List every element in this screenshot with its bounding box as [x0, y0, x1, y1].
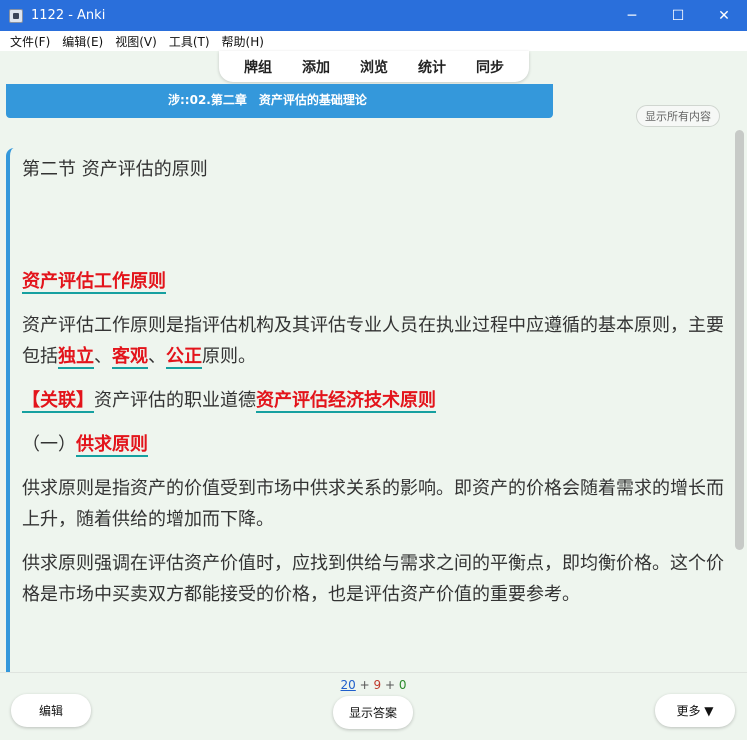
menu-view[interactable]: 视图(V) [109, 33, 163, 50]
menu-tools[interactable]: 工具(T) [163, 33, 216, 50]
review-count: 0 [398, 678, 407, 692]
window-title: 1122 - Anki [31, 8, 106, 23]
show-answer-button[interactable]: 显示答案 [333, 696, 413, 729]
related-text: 资产评估的职业道德 [94, 390, 256, 411]
title-bar: 1122 - Anki ─ ☐ ✕ [0, 0, 747, 31]
menu-edit[interactable]: 编辑(E) [56, 33, 109, 50]
more-button[interactable]: 更多 ▼ [655, 694, 735, 727]
edit-button[interactable]: 编辑 [11, 694, 91, 727]
plus-sign-1: + [355, 678, 374, 692]
nav-browse[interactable]: 浏览 [360, 57, 388, 77]
vertical-scrollbar[interactable] [735, 130, 744, 550]
close-button[interactable]: ✕ [701, 0, 747, 31]
paragraph-work-principles: 资产评估工作原则是指评估机构及其评估专业人员在执业过程中应遵循的基本原则，主要包… [22, 310, 724, 372]
deck-path-banner: 涉::02.第二章 资产评估的基础理论 [6, 84, 553, 118]
top-toolbar: 牌组 添加 浏览 统计 同步 [0, 51, 747, 84]
sep1: 、 [94, 346, 112, 367]
related-tag: 【关联】 [22, 390, 94, 413]
nav-sync[interactable]: 同步 [476, 57, 504, 77]
sub-title: 供求原则 [76, 434, 148, 457]
due-counts: 20 + 9 + 0 [0, 678, 747, 692]
related-line: 【关联】资产评估的职业道德资产评估经济技术原则 [22, 385, 724, 416]
minimize-button[interactable]: ─ [609, 0, 655, 31]
plus-sign-2: + [381, 678, 399, 692]
nav-stats[interactable]: 统计 [418, 57, 446, 77]
menu-file[interactable]: 文件(F) [4, 33, 56, 50]
menu-help[interactable]: 帮助(H) [216, 33, 270, 50]
paragraph-supply-demand-2: 供求原则强调在评估资产价值时，应找到供给与需求之间的平衡点，即均衡价格。这个价格… [22, 553, 724, 605]
keyword-objective: 客观 [112, 346, 148, 369]
main-nav: 牌组 添加 浏览 统计 同步 [219, 51, 529, 82]
menu-bar: 文件(F) 编辑(E) 视图(V) 工具(T) 帮助(H) [0, 31, 747, 51]
anki-app-icon [9, 8, 23, 23]
review-area: 涉::02.第二章 资产评估的基础理论 显示所有内容 第二节 资产评估的原则 资… [0, 84, 747, 672]
sub-number: （一） [22, 434, 76, 455]
deck-path-text: 涉::02.第二章 资产评估的基础理论 [168, 93, 367, 107]
learn-count: 9 [373, 678, 382, 692]
blank-space [22, 198, 732, 266]
heading-work-principles: 资产评估工作原则 [22, 266, 724, 297]
section-title: 第二节 资产评估的原则 [22, 159, 208, 180]
sep2: 、 [148, 346, 166, 367]
maximize-button[interactable]: ☐ [655, 0, 701, 31]
paragraph-supply-demand-1: 供求原则是指资产的价值受到市场中供求关系的影响。即资产的价格会随着需求的增长而上… [22, 478, 724, 530]
keyword-independent: 独立 [58, 346, 94, 369]
window-controls: ─ ☐ ✕ [609, 0, 747, 31]
card-content: 第二节 资产评估的原则 资产评估工作原则 资产评估工作原则是指评估机构及其评估专… [6, 148, 732, 672]
related-red-text: 资产评估经济技术原则 [256, 390, 436, 413]
bottom-bar: 20 + 9 + 0 编辑 显示答案 更多 ▼ [0, 672, 747, 740]
nav-decks[interactable]: 牌组 [244, 57, 272, 77]
para1-end: 原则。 [202, 346, 256, 367]
heading-red-text: 资产评估工作原则 [22, 271, 166, 294]
keyword-fair: 公正 [166, 346, 202, 369]
nav-add[interactable]: 添加 [302, 57, 330, 77]
show-all-content-button[interactable]: 显示所有内容 [636, 105, 720, 127]
new-count: 20 [340, 678, 356, 692]
subheading-supply-demand: （一）供求原则 [22, 429, 724, 460]
